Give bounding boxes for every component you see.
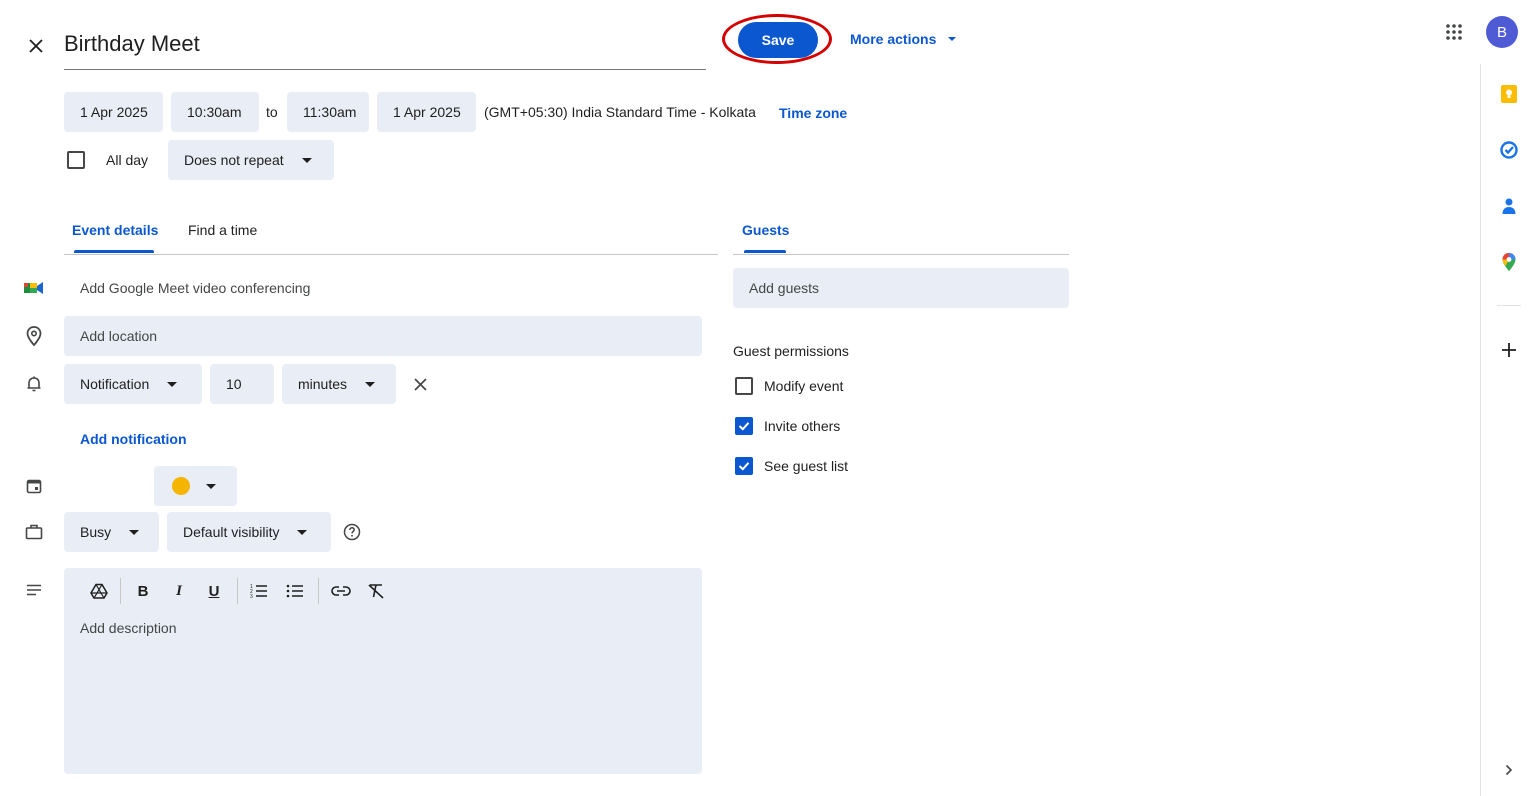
link-icon[interactable] [330, 580, 352, 602]
end-time-field[interactable]: 11:30am [287, 92, 369, 132]
add-guests-placeholder: Add guests [749, 280, 820, 296]
italic-icon[interactable]: I [168, 580, 190, 602]
chevron-down-icon [365, 381, 376, 387]
availability-dropdown[interactable]: Busy [64, 512, 159, 552]
avatar[interactable]: B [1486, 16, 1518, 48]
see-guest-list-checkbox[interactable] [735, 457, 753, 475]
invite-others-label: Invite others [764, 418, 841, 434]
bold-icon[interactable]: B [132, 580, 154, 602]
location-placeholder: Add location [80, 328, 158, 344]
google-meet-icon [22, 276, 46, 300]
tab-guests-indicator [744, 250, 786, 253]
notification-unit-dropdown[interactable]: minutes [282, 364, 396, 404]
contacts-icon[interactable] [1497, 194, 1521, 218]
close-icon[interactable] [24, 34, 48, 58]
tab-find-a-time[interactable]: Find a time [188, 222, 257, 238]
bell-icon [22, 372, 46, 396]
all-day-label: All day [106, 152, 149, 168]
underline-icon[interactable]: U [203, 580, 225, 602]
remove-notification-close-icon[interactable] [408, 372, 432, 396]
all-day-checkbox[interactable] [67, 151, 85, 169]
calendar-icon [22, 474, 46, 498]
to-label: to [266, 104, 278, 120]
end-date-text: 1 Apr 2025 [393, 104, 461, 120]
event-title-input[interactable]: Birthday Meet [64, 28, 706, 70]
notification-type-value: Notification [80, 376, 150, 392]
rail-divider [1497, 305, 1521, 306]
end-date-field[interactable]: 1 Apr 2025 [377, 92, 476, 132]
start-date-field[interactable]: 1 Apr 2025 [64, 92, 163, 132]
notification-amount-input[interactable]: 10 [210, 364, 274, 404]
chevron-down-icon [301, 157, 312, 163]
notification-type-dropdown[interactable]: Notification [64, 364, 202, 404]
tab-event-details-indicator [74, 250, 154, 253]
repeat-dropdown[interactable]: Does not repeat [168, 140, 334, 180]
add-meet-button[interactable]: Add Google Meet video conferencing [80, 280, 310, 296]
clear-formatting-icon[interactable] [365, 580, 387, 602]
chevron-right-icon[interactable] [1497, 758, 1521, 782]
start-date-text: 1 Apr 2025 [80, 104, 148, 120]
toolbar-divider [318, 578, 319, 604]
start-time-field[interactable]: 10:30am [171, 92, 259, 132]
color-swatch [172, 477, 190, 495]
google-drive-icon[interactable] [88, 580, 110, 602]
visibility-dropdown[interactable]: Default visibility [167, 512, 331, 552]
save-button-label: Save [761, 32, 795, 48]
location-input[interactable]: Add location [64, 316, 702, 356]
chevron-down-icon [948, 37, 957, 41]
more-actions-button[interactable]: More actions [850, 30, 957, 48]
numbered-list-icon[interactable]: 123 [248, 580, 270, 602]
toolbar-divider [120, 578, 121, 604]
event-title-text: Birthday Meet [64, 31, 200, 56]
tabs-divider [64, 254, 718, 255]
timezone-link[interactable]: Time zone [779, 105, 847, 121]
guest-permissions-heading: Guest permissions [733, 343, 849, 359]
guests-tabs-divider [733, 254, 1069, 255]
briefcase-icon [22, 520, 46, 544]
avatar-letter: B [1496, 23, 1507, 41]
repeat-value: Does not repeat [184, 152, 284, 168]
tasks-icon[interactable] [1497, 138, 1521, 162]
tab-guests[interactable]: Guests [742, 222, 789, 238]
invite-others-checkbox[interactable] [735, 417, 753, 435]
start-time-text: 10:30am [187, 104, 242, 120]
notification-amount-value: 10 [226, 376, 242, 392]
toolbar-divider [237, 578, 238, 604]
chevron-down-icon [206, 483, 216, 489]
see-guest-list-label: See guest list [764, 458, 849, 474]
modify-event-label: Modify event [764, 378, 844, 394]
chevron-down-icon [129, 529, 140, 535]
event-color-dropdown[interactable] [154, 466, 237, 506]
notification-unit-value: minutes [298, 376, 348, 392]
side-panel-rail [1480, 64, 1481, 796]
plus-icon[interactable] [1497, 338, 1521, 362]
description-lines-icon [22, 578, 46, 602]
keep-icon[interactable] [1497, 82, 1521, 106]
help-icon[interactable] [340, 520, 364, 544]
add-notification-link[interactable]: Add notification [80, 431, 187, 447]
add-guests-input[interactable]: Add guests [733, 268, 1069, 308]
end-time-text: 11:30am [303, 104, 357, 120]
bulleted-list-icon[interactable] [284, 580, 306, 602]
chevron-down-icon [297, 529, 308, 535]
location-pin-icon [22, 324, 46, 348]
timezone-text: (GMT+05:30) India Standard Time - Kolkat… [484, 104, 756, 120]
svg-text:3: 3 [250, 594, 253, 598]
more-actions-label: More actions [850, 31, 937, 47]
apps-grid-icon[interactable] [1442, 20, 1466, 44]
maps-icon[interactable] [1497, 250, 1521, 274]
modify-event-checkbox[interactable] [735, 377, 753, 395]
visibility-value: Default visibility [183, 524, 280, 540]
description-placeholder: Add description [80, 620, 177, 636]
availability-value: Busy [80, 524, 112, 540]
save-button[interactable]: Save [738, 22, 818, 58]
chevron-down-icon [167, 381, 178, 387]
tab-event-details[interactable]: Event details [72, 222, 158, 238]
